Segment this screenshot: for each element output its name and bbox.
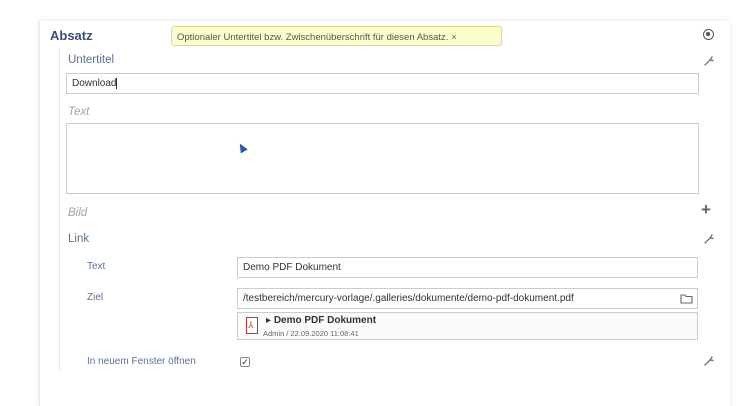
text-label: Text xyxy=(68,106,90,118)
link-label: Link xyxy=(68,233,90,245)
link-text-input[interactable]: Demo PDF Dokument xyxy=(237,257,698,278)
new-window-label: In neuem Fenster öffnen xyxy=(87,356,196,367)
file-preview[interactable]: ▸ Demo PDF Dokument Admin / 22.09.2020 1… xyxy=(237,312,698,340)
plus-icon[interactable]: + xyxy=(701,201,711,218)
pdf-file-icon xyxy=(246,317,258,334)
untertitel-label: Untertitel xyxy=(68,54,115,66)
text-cursor xyxy=(116,77,118,89)
untertitel-input[interactable]: Download xyxy=(66,73,699,94)
help-tooltip: Optionaler Untertitel bzw. Zwischenübers… xyxy=(171,26,502,46)
tooltip-text: Optionaler Untertitel bzw. Zwischenübers… xyxy=(177,32,449,43)
file-name-text: Demo PDF Dokument xyxy=(273,315,377,326)
section-title: Absatz xyxy=(50,28,93,43)
new-window-checkbox[interactable]: ✓ xyxy=(240,357,250,367)
text-area[interactable] xyxy=(66,123,699,194)
wrench-icon[interactable] xyxy=(703,233,715,245)
wrench-icon[interactable] xyxy=(703,55,715,67)
tooltip-close-button[interactable]: × xyxy=(451,32,456,42)
wrench-icon[interactable] xyxy=(703,355,715,367)
link-ziel-input[interactable]: /testbereich/mercury-vorlage/.galleries/… xyxy=(237,288,698,309)
link-text-label: Text xyxy=(87,261,106,272)
file-name: ▸ Demo PDF Dokument xyxy=(266,315,377,326)
link-ziel-value: /testbereich/mercury-vorlage/.galleries/… xyxy=(243,293,574,304)
folder-icon[interactable] xyxy=(680,293,693,304)
bild-label: Bild xyxy=(68,207,88,219)
untertitel-value: Download xyxy=(72,78,117,89)
link-ziel-label: Ziel xyxy=(87,292,104,303)
file-meta: Admin / 22.09.2020 11:08:41 xyxy=(263,329,359,338)
circle-dot-icon[interactable] xyxy=(703,29,714,40)
